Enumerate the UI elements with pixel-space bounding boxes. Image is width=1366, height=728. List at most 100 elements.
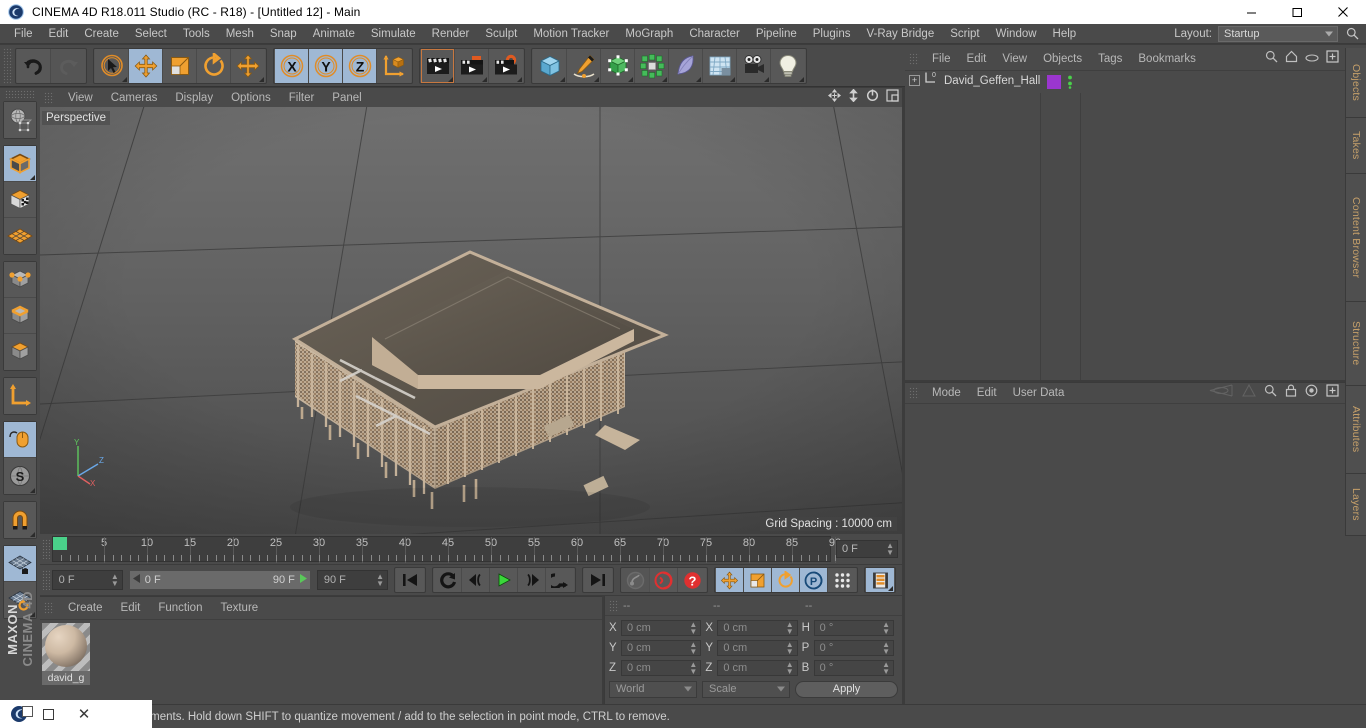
menu-select[interactable]: Select [127, 24, 175, 44]
minimize-button[interactable] [1228, 0, 1274, 24]
object-visibility-dots-icon[interactable] [1065, 75, 1075, 89]
viewport-zoom-icon[interactable] [848, 88, 859, 107]
points-mode-icon[interactable] [4, 262, 36, 298]
viewport-menu-panel[interactable]: Panel [323, 92, 370, 104]
close-button[interactable] [1320, 0, 1366, 24]
preview-range-field[interactable]: 0 F 90 F [128, 570, 311, 590]
menu-snap[interactable]: Snap [262, 24, 305, 44]
live-selection-icon[interactable] [95, 48, 129, 83]
record-active-objects-button[interactable] [622, 568, 650, 592]
play-forward-button[interactable] [490, 568, 518, 592]
rotation-p-field[interactable]: 0 ° ▲ ▼ [813, 640, 894, 656]
menu-pipeline[interactable]: Pipeline [748, 24, 805, 44]
render-settings-icon[interactable] [489, 48, 523, 83]
object-menu-bookmarks[interactable]: Bookmarks [1130, 53, 1204, 65]
record-parameter-button[interactable] [828, 568, 856, 592]
stepper-icon[interactable]: ▲ ▼ [882, 621, 890, 636]
texture-mode-icon[interactable] [4, 182, 36, 218]
autokeying-button[interactable] [650, 568, 678, 592]
transform-mode-select[interactable]: Scale [702, 680, 790, 698]
polygons-mode-icon[interactable] [4, 334, 36, 370]
record-rotation-button[interactable] [772, 568, 800, 592]
stepper-icon[interactable]: ▲ ▼ [376, 573, 384, 588]
coordinates-grip[interactable] [609, 599, 619, 612]
menu-create[interactable]: Create [76, 24, 127, 44]
menu-simulate[interactable]: Simulate [363, 24, 424, 44]
material-tag-icon[interactable] [1047, 75, 1061, 89]
expand-icon[interactable] [1326, 50, 1339, 68]
snap-magnet-icon[interactable] [4, 502, 36, 538]
lock-icon[interactable] [1285, 384, 1297, 402]
y-axis-icon[interactable]: Y [309, 48, 343, 83]
left-toolbar-grip[interactable] [5, 90, 35, 98]
next-frame-button[interactable] [518, 568, 546, 592]
attribute-menu-edit[interactable]: Edit [969, 387, 1005, 399]
record-position-button[interactable] [716, 568, 744, 592]
attribute-menu-mode[interactable]: Mode [924, 387, 969, 399]
toolbar-grip[interactable] [3, 47, 13, 84]
viewport-menu-display[interactable]: Display [166, 92, 222, 104]
camera-icon[interactable] [737, 48, 771, 83]
menu-tools[interactable]: Tools [175, 24, 218, 44]
home-icon[interactable] [1285, 50, 1298, 68]
navigate-forward-icon[interactable] [1242, 383, 1256, 402]
viewport-menu-filter[interactable]: Filter [280, 92, 324, 104]
search-icon[interactable] [1265, 50, 1278, 68]
enable-axis-icon[interactable]: S [4, 458, 36, 494]
undo-icon[interactable] [17, 48, 51, 83]
size-z-field[interactable]: 0 cm ▲ ▼ [717, 660, 798, 676]
stepper-icon[interactable]: ▲ ▼ [886, 542, 894, 557]
layout-select[interactable]: Startup [1218, 25, 1338, 42]
edges-mode-icon[interactable] [4, 298, 36, 334]
coordinate-system-select[interactable]: World [609, 680, 697, 698]
taskbar-minimize-button[interactable] [30, 700, 66, 728]
keyframe-selection-button[interactable]: ? [678, 568, 706, 592]
menu-search-icon[interactable] [1342, 25, 1362, 43]
move-alt-icon[interactable] [231, 48, 265, 83]
rotation-b-field[interactable]: 0 ° ▲ ▼ [813, 660, 894, 676]
stepper-icon[interactable]: ▲ ▼ [786, 621, 794, 636]
z-axis-icon[interactable]: Z [343, 48, 377, 83]
maximize-button[interactable] [1274, 0, 1320, 24]
side-tab-structure[interactable]: Structure [1345, 302, 1366, 386]
render-view-icon[interactable] [421, 48, 455, 83]
side-tab-objects[interactable]: Objects [1345, 48, 1366, 118]
go-to-start-button[interactable] [396, 568, 424, 592]
go-to-end-button[interactable] [584, 568, 612, 592]
deformer-icon[interactable] [669, 48, 703, 83]
viewport-menu-options[interactable]: Options [222, 92, 280, 104]
viewport-rotate-icon[interactable] [866, 89, 879, 107]
menu-character[interactable]: Character [681, 24, 748, 44]
viewport-menu-view[interactable]: View [59, 92, 102, 104]
search-icon[interactable] [1264, 384, 1277, 402]
stepper-icon[interactable]: ▲ ▼ [786, 661, 794, 676]
previous-frame-button[interactable] [462, 568, 490, 592]
play-backwards-button[interactable] [434, 568, 462, 592]
menu-animate[interactable]: Animate [305, 24, 363, 44]
spline-pen-icon[interactable] [567, 48, 601, 83]
object-manager-body[interactable]: + 0 David_Geffen_Hall [905, 70, 1345, 380]
menu-script[interactable]: Script [942, 24, 987, 44]
render-region-icon[interactable] [455, 48, 489, 83]
taskbar-close-button[interactable]: ✕ [66, 700, 102, 728]
material-item[interactable]: david_g [42, 623, 90, 685]
position-x-field[interactable]: 0 cm ▲ ▼ [621, 620, 702, 636]
workplane-mode-icon[interactable] [4, 218, 36, 254]
environment-icon[interactable] [703, 48, 737, 83]
menu-motion-tracker[interactable]: Motion Tracker [525, 24, 617, 44]
move-tool-icon[interactable] [129, 48, 163, 83]
side-tab-takes[interactable]: Takes [1345, 118, 1366, 174]
stepper-icon[interactable]: ▲ ▼ [689, 621, 697, 636]
viewport-grip[interactable] [44, 91, 54, 104]
stepper-icon[interactable]: ▲ ▼ [786, 641, 794, 656]
timeline-grip[interactable] [42, 539, 50, 559]
timeline-ruler[interactable]: 051015202530354045505560657075808590 [52, 536, 841, 563]
menu-file[interactable]: File [6, 24, 41, 44]
menu-help[interactable]: Help [1045, 24, 1085, 44]
current-frame-field[interactable]: 0 F ▲ ▼ [51, 570, 123, 590]
menu-edit[interactable]: Edit [41, 24, 77, 44]
size-y-field[interactable]: 0 cm ▲ ▼ [717, 640, 798, 656]
restore-window-icon[interactable] [22, 706, 33, 717]
record-scale-button[interactable] [744, 568, 772, 592]
rotate-tool-icon[interactable] [197, 48, 231, 83]
